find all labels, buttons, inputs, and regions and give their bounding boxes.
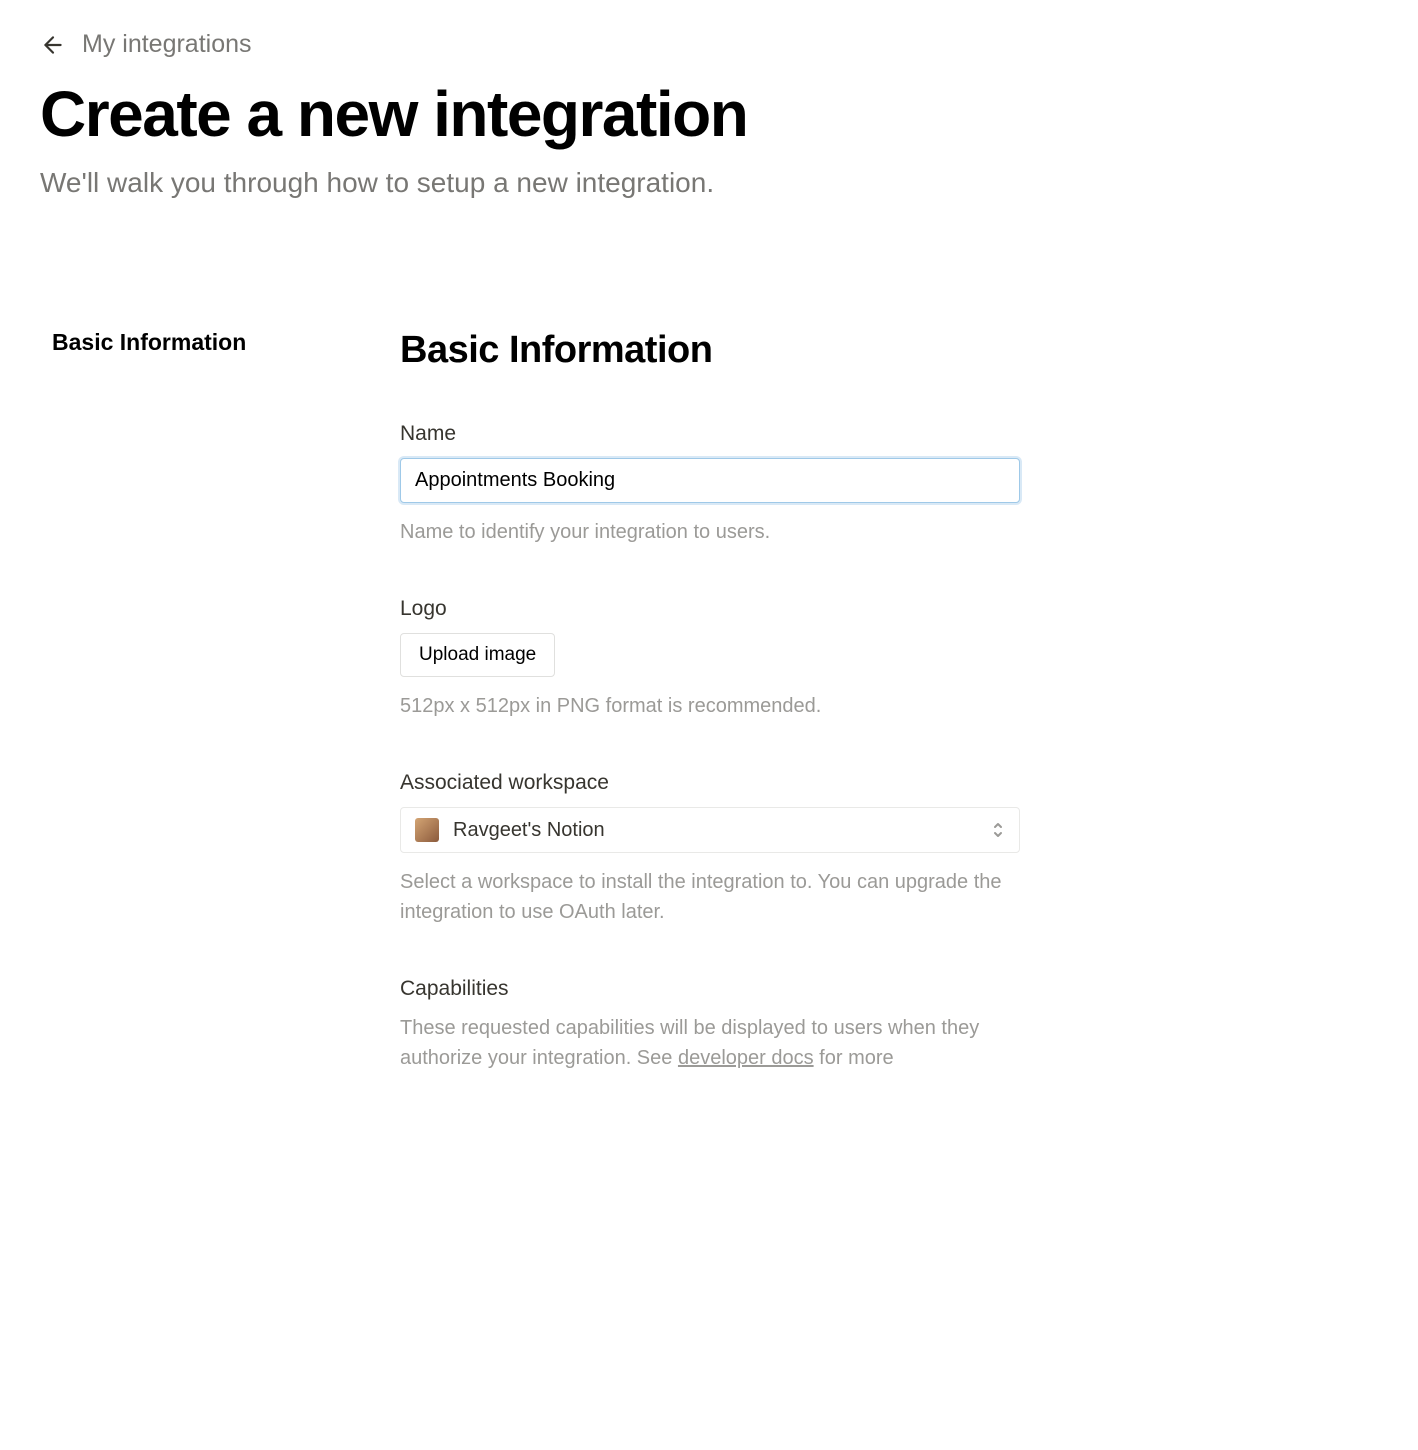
developer-docs-link[interactable]: developer docs (678, 1047, 814, 1069)
capabilities-help-text-after: for more (814, 1047, 894, 1069)
section-title: Basic Information (400, 329, 1020, 372)
sidebar: Basic Information (40, 329, 340, 1123)
chevron-updown-icon (991, 821, 1005, 839)
workspace-select[interactable]: Ravgeet's Notion (400, 807, 1020, 853)
workspace-avatar-icon (415, 818, 439, 842)
workspace-help: Select a workspace to install the integr… (400, 867, 1020, 927)
capabilities-label: Capabilities (400, 977, 1020, 1001)
capabilities-help: These requested capabilities will be dis… (400, 1013, 1020, 1073)
breadcrumb: My integrations (40, 30, 1378, 59)
workspace-label: Associated workspace (400, 771, 1020, 795)
name-label: Name (400, 422, 1020, 446)
workspace-value: Ravgeet's Notion (453, 819, 605, 842)
field-logo: Logo Upload image 512px x 512px in PNG f… (400, 597, 1020, 721)
page-subtitle: We'll walk you through how to setup a ne… (40, 167, 1378, 199)
logo-label: Logo (400, 597, 1020, 621)
back-arrow-icon[interactable] (40, 32, 66, 58)
page-title: Create a new integration (40, 79, 1378, 149)
breadcrumb-link[interactable]: My integrations (82, 30, 252, 59)
field-capabilities: Capabilities These requested capabilitie… (400, 977, 1020, 1073)
field-name: Name Name to identify your integration t… (400, 422, 1020, 547)
name-input[interactable] (400, 458, 1020, 503)
sidebar-item-basic-information[interactable]: Basic Information (52, 329, 340, 356)
main-content: Basic Information Name Name to identify … (400, 329, 1020, 1123)
logo-help: 512px x 512px in PNG format is recommend… (400, 691, 1020, 721)
name-help: Name to identify your integration to use… (400, 517, 1020, 547)
field-workspace: Associated workspace Ravgeet's Notion Se… (400, 771, 1020, 927)
upload-image-button[interactable]: Upload image (400, 633, 555, 677)
